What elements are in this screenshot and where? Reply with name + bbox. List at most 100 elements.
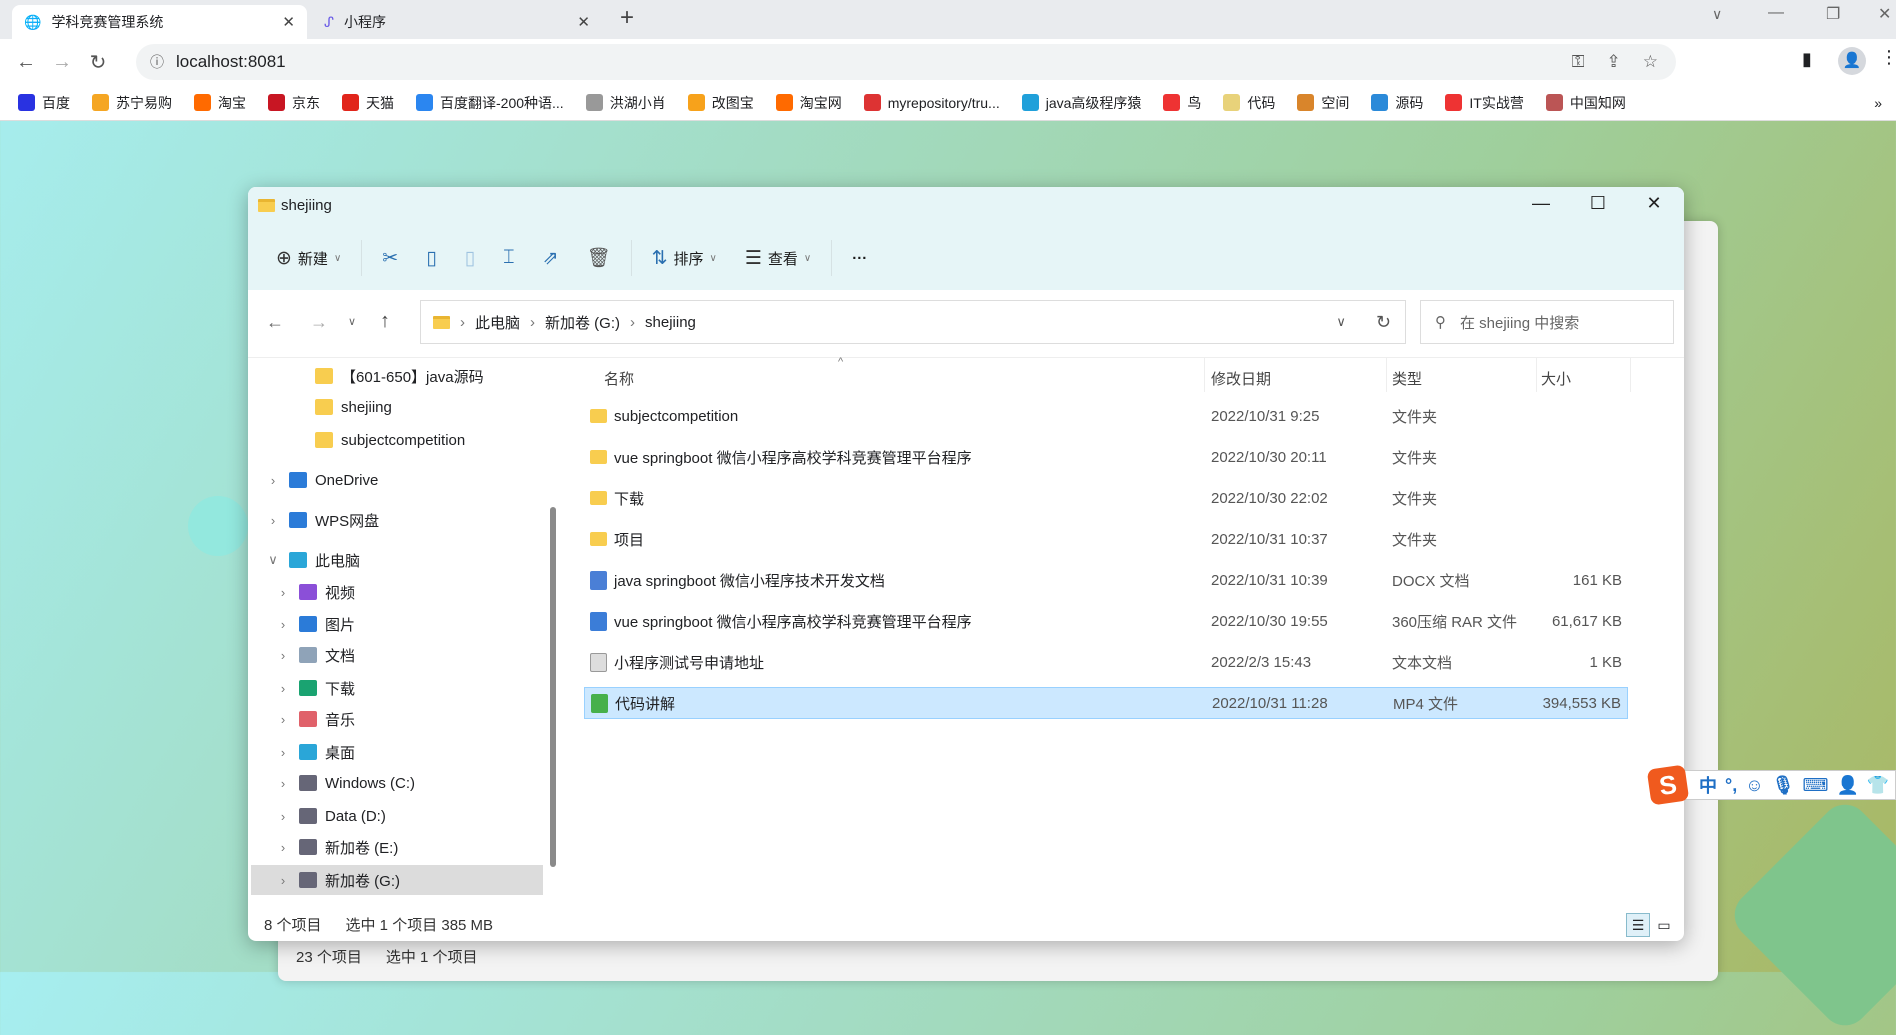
- bookmark-item[interactable]: 京东: [268, 93, 320, 113]
- forward-button[interactable]: →: [310, 312, 328, 333]
- column-header-name[interactable]: 名称: [604, 368, 634, 389]
- maximize-button[interactable]: ☐: [1575, 193, 1621, 221]
- cut-button[interactable]: ✂: [368, 240, 412, 276]
- nav-item[interactable]: subjectcompetition: [251, 425, 543, 455]
- share-button[interactable]: ⇗: [529, 240, 573, 276]
- nav-item[interactable]: › 视频: [251, 577, 543, 607]
- file-row[interactable]: java springboot 微信小程序技术开发文档 2022/10/31 1…: [584, 564, 1628, 596]
- microphone-icon[interactable]: 🎙: [1772, 775, 1795, 796]
- share-icon[interactable]: ⇪: [1607, 52, 1621, 72]
- bookmark-item[interactable]: 淘宝网: [775, 93, 842, 113]
- tab-competition-system[interactable]: 🌐 学科竞赛管理系统 ✕: [12, 5, 307, 39]
- file-row[interactable]: 项目 2022/10/31 10:37 文件夹: [584, 523, 1628, 555]
- nav-item[interactable]: › 图片: [251, 609, 543, 639]
- nav-item[interactable]: › 桌面: [251, 737, 543, 767]
- bookmark-item[interactable]: 鸟: [1163, 93, 1201, 113]
- reload-button[interactable]: ↻: [80, 50, 116, 75]
- file-row[interactable]: subjectcompetition 2022/10/31 9:25 文件夹: [584, 400, 1628, 432]
- chevron-right-icon[interactable]: ›: [275, 776, 291, 791]
- copy-button[interactable]: ▯: [412, 240, 450, 276]
- column-header-date[interactable]: 修改日期: [1211, 368, 1271, 389]
- more-bookmarks-button[interactable]: »: [1874, 95, 1882, 111]
- search-input[interactable]: ⚲ 在 shejiing 中搜索: [1420, 300, 1674, 344]
- nav-item[interactable]: › 新加卷 (E:): [251, 832, 543, 862]
- refresh-icon[interactable]: ↻: [1376, 312, 1391, 333]
- breadcrumb-item[interactable]: 新加卷 (G:): [545, 312, 620, 333]
- breadcrumb[interactable]: › 此电脑 › 新加卷 (G:) › shejiing ∨ ↻: [420, 300, 1406, 344]
- new-tab-button[interactable]: +: [620, 4, 634, 32]
- user-icon[interactable]: 👤: [1836, 775, 1858, 796]
- bookmark-item[interactable]: java高级程序猿: [1021, 93, 1141, 113]
- nav-item[interactable]: › Windows (C:): [251, 768, 543, 798]
- close-tab-icon[interactable]: ✕: [577, 13, 590, 31]
- nav-item[interactable]: › 音乐: [251, 704, 543, 734]
- view-button[interactable]: ☰ 查看 ∨: [731, 240, 825, 276]
- nav-item[interactable]: 【601-650】java源码: [251, 361, 543, 391]
- chevron-right-icon[interactable]: ›: [275, 585, 291, 600]
- minimize-button[interactable]: —: [1518, 193, 1564, 221]
- bookmark-item[interactable]: 百度: [18, 93, 70, 113]
- nav-item[interactable]: shejiing: [251, 392, 543, 422]
- close-browser-button[interactable]: ✕: [1878, 4, 1891, 24]
- sort-button[interactable]: ⇅ 排序 ∨: [638, 240, 731, 276]
- file-row[interactable]: 下载 2022/10/30 22:02 文件夹: [584, 482, 1628, 514]
- nav-item[interactable]: › Data (D:): [251, 801, 543, 831]
- tab-search-button[interactable]: ∨: [1712, 6, 1722, 23]
- skin-icon[interactable]: 👕: [1867, 775, 1889, 796]
- profile-avatar[interactable]: 👤: [1838, 47, 1866, 75]
- new-button[interactable]: ⊕ 新建 ∨: [262, 240, 355, 276]
- sidepanel-icon[interactable]: ▮: [1802, 49, 1812, 70]
- bookmark-item[interactable]: 百度翻译-200种语...: [416, 93, 564, 113]
- file-row[interactable]: 代码讲解 2022/10/31 11:28 MP4 文件 394,553 KB: [584, 687, 1628, 719]
- bookmark-item[interactable]: 淘宝: [194, 93, 246, 113]
- minimize-button[interactable]: —: [1768, 4, 1784, 22]
- star-icon[interactable]: ☆: [1643, 52, 1658, 72]
- emoji-icon[interactable]: ☺: [1745, 775, 1763, 796]
- url-bar[interactable]: ⓘ localhost:8081 ⚿ ⇪ ☆: [136, 44, 1676, 80]
- chevron-down-icon[interactable]: ∨: [265, 552, 281, 568]
- nav-item[interactable]: › 下载: [251, 673, 543, 703]
- chevron-right-icon[interactable]: ›: [275, 617, 291, 632]
- nav-item[interactable]: › OneDrive: [251, 465, 543, 495]
- paste-button[interactable]: ▯: [451, 240, 489, 276]
- history-dropdown-icon[interactable]: ∨: [1336, 314, 1346, 330]
- bookmark-item[interactable]: 空间: [1297, 93, 1349, 113]
- breadcrumb-item[interactable]: shejiing: [645, 314, 696, 331]
- back-button[interactable]: ←: [266, 312, 284, 333]
- chevron-right-icon[interactable]: ›: [265, 473, 281, 488]
- forward-button[interactable]: →: [44, 51, 80, 74]
- key-icon[interactable]: ⚿: [1572, 52, 1585, 72]
- bookmark-item[interactable]: 代码: [1223, 93, 1275, 113]
- sogou-logo[interactable]: S: [1646, 764, 1690, 806]
- up-button[interactable]: ↑: [380, 310, 390, 333]
- chevron-right-icon[interactable]: ›: [275, 681, 291, 696]
- nav-scrollbar[interactable]: [550, 507, 556, 867]
- chevron-right-icon[interactable]: ›: [275, 873, 291, 888]
- chevron-right-icon[interactable]: ›: [275, 809, 291, 824]
- file-row[interactable]: vue springboot 微信小程序高校学科竞赛管理平台程序 2022/10…: [584, 605, 1628, 637]
- tab-miniprogram[interactable]: ᔑ 小程序 ✕: [312, 5, 602, 39]
- bookmark-item[interactable]: 源码: [1371, 93, 1423, 113]
- breadcrumb-item[interactable]: 此电脑: [475, 312, 520, 333]
- nav-item[interactable]: › 新加卷 (G:): [251, 865, 543, 895]
- back-button[interactable]: ←: [8, 51, 44, 74]
- bookmark-item[interactable]: 改图宝: [687, 93, 754, 113]
- tiles-view-button[interactable]: ▭: [1652, 913, 1676, 937]
- bookmark-item[interactable]: IT实战营: [1445, 93, 1524, 113]
- file-row[interactable]: 小程序测试号申请地址 2022/2/3 15:43 文本文档 1 KB: [584, 646, 1628, 678]
- chevron-right-icon[interactable]: ›: [275, 840, 291, 855]
- keyboard-icon[interactable]: ⌨: [1802, 775, 1828, 796]
- punctuation-toggle[interactable]: °,: [1725, 775, 1737, 796]
- chevron-right-icon[interactable]: ›: [265, 513, 281, 528]
- bookmark-item[interactable]: myrepository/tru...: [863, 94, 1000, 111]
- rename-button[interactable]: ⌶: [489, 240, 528, 276]
- bookmark-item[interactable]: 中国知网: [1545, 93, 1626, 113]
- bookmark-item[interactable]: 苏宁易购: [92, 93, 172, 113]
- column-header-type[interactable]: 类型: [1392, 368, 1422, 389]
- chevron-right-icon[interactable]: ›: [275, 648, 291, 663]
- nav-item[interactable]: ∨ 此电脑: [251, 545, 543, 575]
- ime-mode-toggle[interactable]: 中: [1699, 772, 1717, 798]
- more-button[interactable]: ···: [838, 240, 881, 276]
- chevron-right-icon[interactable]: ›: [275, 712, 291, 727]
- delete-button[interactable]: 🗑: [572, 240, 624, 276]
